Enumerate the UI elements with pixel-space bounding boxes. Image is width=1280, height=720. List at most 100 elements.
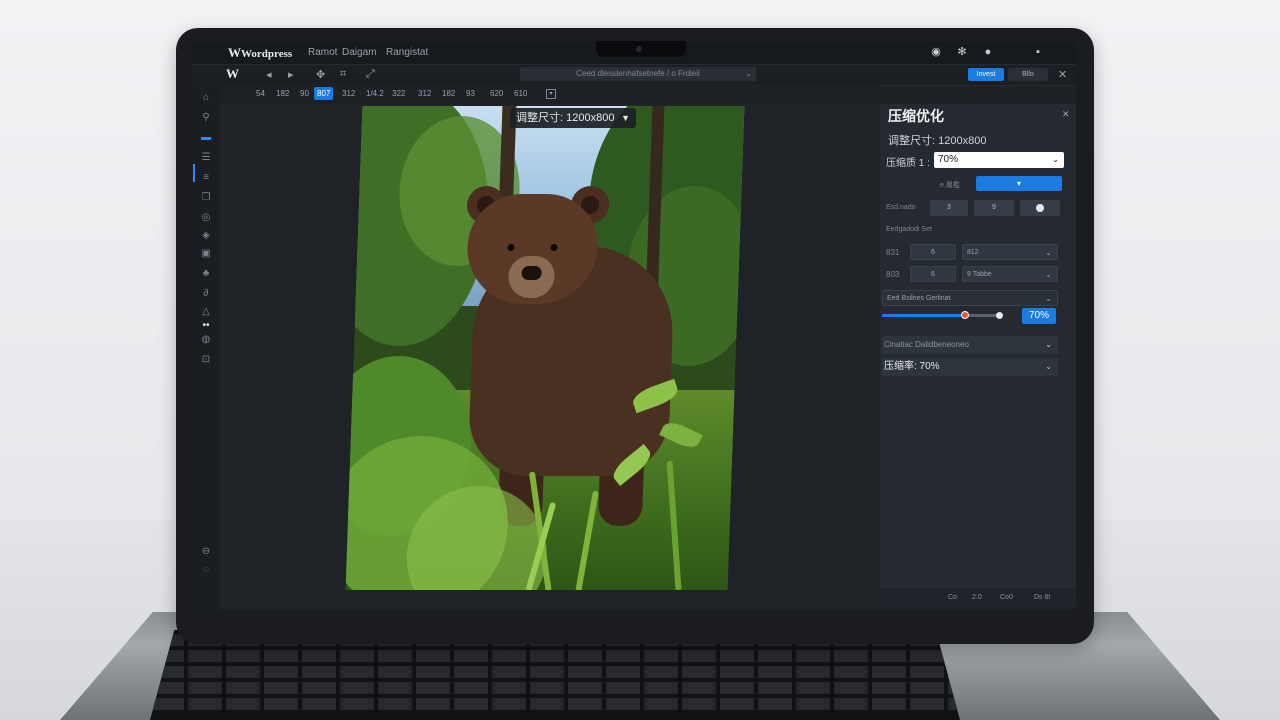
target-icon[interactable]: ◎: [200, 212, 212, 224]
row3-value-a[interactable]: 6: [910, 266, 956, 282]
chat-icon[interactable]: ⊖: [200, 546, 212, 558]
chevron-down-icon: ▼: [621, 113, 630, 123]
zoom-tab[interactable]: 312: [418, 89, 431, 98]
mode-select-button[interactable]: ▾: [976, 176, 1062, 191]
menu-item-daigam[interactable]: Daigam: [342, 47, 376, 58]
image-icon[interactable]: ▣: [200, 248, 212, 260]
quality-slider[interactable]: [882, 311, 1003, 319]
accordion-row[interactable]: Cinatiac Dalidbeneoneo ⌄: [882, 336, 1058, 354]
pin-icon[interactable]: ⚲: [200, 112, 212, 124]
panel-title: 压缩优化: [888, 108, 944, 124]
zoom-tab[interactable]: 610: [514, 89, 527, 98]
layers-icon[interactable]: ☰: [200, 152, 212, 164]
file-path-field[interactable]: Ceed dleisdenhafsetnefe / o Frdieil ⌄: [520, 67, 756, 81]
footer-item[interactable]: Co: [948, 594, 957, 601]
footer-item[interactable]: Ds 6t: [1034, 594, 1050, 601]
resize-badge-text: 调整尺寸: 1200x800: [516, 112, 615, 124]
row1-value-b[interactable]: 9: [974, 200, 1014, 216]
zoom-tab[interactable]: 1/4.2: [366, 89, 384, 98]
key-row: [150, 682, 960, 694]
box-icon[interactable]: ⊡: [200, 354, 212, 366]
slider-end-handle[interactable]: [996, 312, 1003, 319]
copy-icon[interactable]: ❐: [200, 192, 212, 204]
back-icon[interactable]: ◂: [266, 68, 272, 81]
zoom-tab[interactable]: 182: [442, 89, 455, 98]
camera-notch: [596, 41, 686, 57]
primary-button[interactable]: Invest: [968, 68, 1004, 81]
chevron-down-icon: ⌄: [745, 69, 752, 78]
bear-nose: [521, 266, 542, 280]
key-row: [150, 650, 960, 662]
chevron-down-icon: ⌄: [1045, 340, 1052, 349]
menu-item-ramot[interactable]: Ramot: [308, 47, 337, 58]
move-icon[interactable]: ✥: [316, 68, 325, 81]
row1-label: Esd.nado: [886, 204, 916, 211]
footer-item[interactable]: Co0: [1000, 594, 1013, 601]
file-path-text: Ceed dleisdenhafsetnefe / o Frdieil: [576, 69, 700, 78]
quality-label: 压缩质 1 :: [886, 158, 930, 169]
link-icon[interactable]: ∂: [200, 288, 212, 300]
zoom-tab-strip: 54 182 90 807 312 1/4.2 322 312 182 93 6…: [220, 84, 880, 104]
mode-dropdown[interactable]: Eed Bsilnes Gerlinat ⌄: [882, 290, 1058, 306]
chevron-down-icon: ⌄: [1045, 294, 1052, 303]
row2-select[interactable]: 812 ⌄: [962, 244, 1058, 260]
home-icon[interactable]: ⌂: [200, 92, 212, 104]
size-label: 调整尺寸: 1200x800: [888, 135, 987, 147]
row1-value-a[interactable]: 3: [930, 200, 968, 216]
zoom-tab[interactable]: 90: [300, 89, 309, 98]
quality-select-value: 70%: [938, 154, 959, 165]
menu-item-rangistat[interactable]: Rangistat: [386, 47, 428, 58]
user-icon[interactable]: ●: [982, 46, 994, 58]
tag-icon[interactable]: ◈: [200, 230, 212, 242]
chevron-down-icon: ⌄: [1045, 270, 1052, 279]
compression-rate-row[interactable]: 压缩率: 70% ⌄: [882, 358, 1058, 376]
footer-item[interactable]: 2.0: [972, 594, 982, 601]
logo-text: Wordpress: [241, 48, 293, 60]
app-logo[interactable]: WWordpress: [228, 45, 292, 61]
close-icon[interactable]: ✕: [1058, 68, 1067, 81]
window-controls-icon[interactable]: ▪: [1032, 46, 1044, 58]
close-icon[interactable]: ✕: [1062, 109, 1070, 120]
help-icon[interactable]: ◉: [930, 46, 942, 58]
row2-value-a[interactable]: 6: [910, 244, 956, 260]
camera-icon: [636, 46, 642, 52]
list-icon[interactable]: ≡: [200, 172, 212, 184]
row3-select[interactable]: 9 Tabbe ⌄: [962, 266, 1058, 282]
chevron-down-icon: ⌄: [1045, 362, 1052, 371]
slider-handle[interactable]: [960, 311, 969, 319]
zoom-tab[interactable]: 620: [490, 89, 503, 98]
slider-value-badge: 70%: [1022, 308, 1056, 324]
toolbar: W ◂ ▸ ✥ ⌗ ⤢ Ceed dleisdenhafsetnefe / o …: [192, 64, 1076, 86]
globe-icon[interactable]: ◍: [200, 334, 212, 346]
crop-icon[interactable]: ⌗: [340, 68, 346, 81]
transform-icon[interactable]: ⤢: [366, 68, 375, 81]
panel-footer: Co 2.0 Co0 Ds 6t: [880, 588, 1076, 610]
row3-label: 803: [886, 270, 900, 279]
secondary-button[interactable]: Bllo: [1008, 68, 1048, 81]
row2-label: 831: [886, 248, 900, 257]
chevron-down-icon: ▾: [1016, 179, 1021, 188]
chevron-down-icon: ⌄: [1045, 248, 1052, 257]
resize-badge[interactable]: 调整尺寸: 1200x800 ▼: [510, 108, 636, 128]
zoom-tab[interactable]: 312: [342, 89, 355, 98]
zoom-tab-active[interactable]: 807: [314, 87, 334, 100]
settings-bottom-icon[interactable]: ◌: [200, 564, 212, 576]
zoom-tab[interactable]: 182: [276, 89, 289, 98]
more-dots-icon[interactable]: ••: [200, 320, 212, 332]
zoom-tab[interactable]: 93: [466, 89, 475, 98]
compression-panel: 压缩优化 ✕ 调整尺寸: 1200x800 压缩质 1 : 70% ⌄ e.鳳檻 …: [880, 104, 1076, 610]
triangle-icon[interactable]: △: [200, 306, 212, 318]
active-indicator: [193, 164, 195, 182]
people-icon[interactable]: ♣: [200, 268, 212, 280]
settings-icon[interactable]: ✻: [956, 46, 968, 58]
record-toggle-icon[interactable]: [1020, 200, 1060, 216]
forward-icon[interactable]: ▸: [288, 68, 294, 81]
folder-icon[interactable]: ▬: [200, 132, 212, 144]
zoom-tab[interactable]: 54: [256, 89, 265, 98]
left-sidebar: ⌂ ⚲ ▬ ☰ ≡ ❐ ◎ ◈ ▣ ♣ ∂ △ •• ◍ ⊡ ⊖ ◌: [192, 84, 220, 610]
bear-photo[interactable]: [345, 106, 745, 590]
zoom-tab[interactable]: 322: [392, 89, 405, 98]
compression-rate-label: 压缩率: 70%: [884, 361, 940, 372]
quality-select[interactable]: 70% ⌄: [934, 152, 1064, 168]
dropdown-toggle-icon[interactable]: ▾: [546, 89, 556, 99]
